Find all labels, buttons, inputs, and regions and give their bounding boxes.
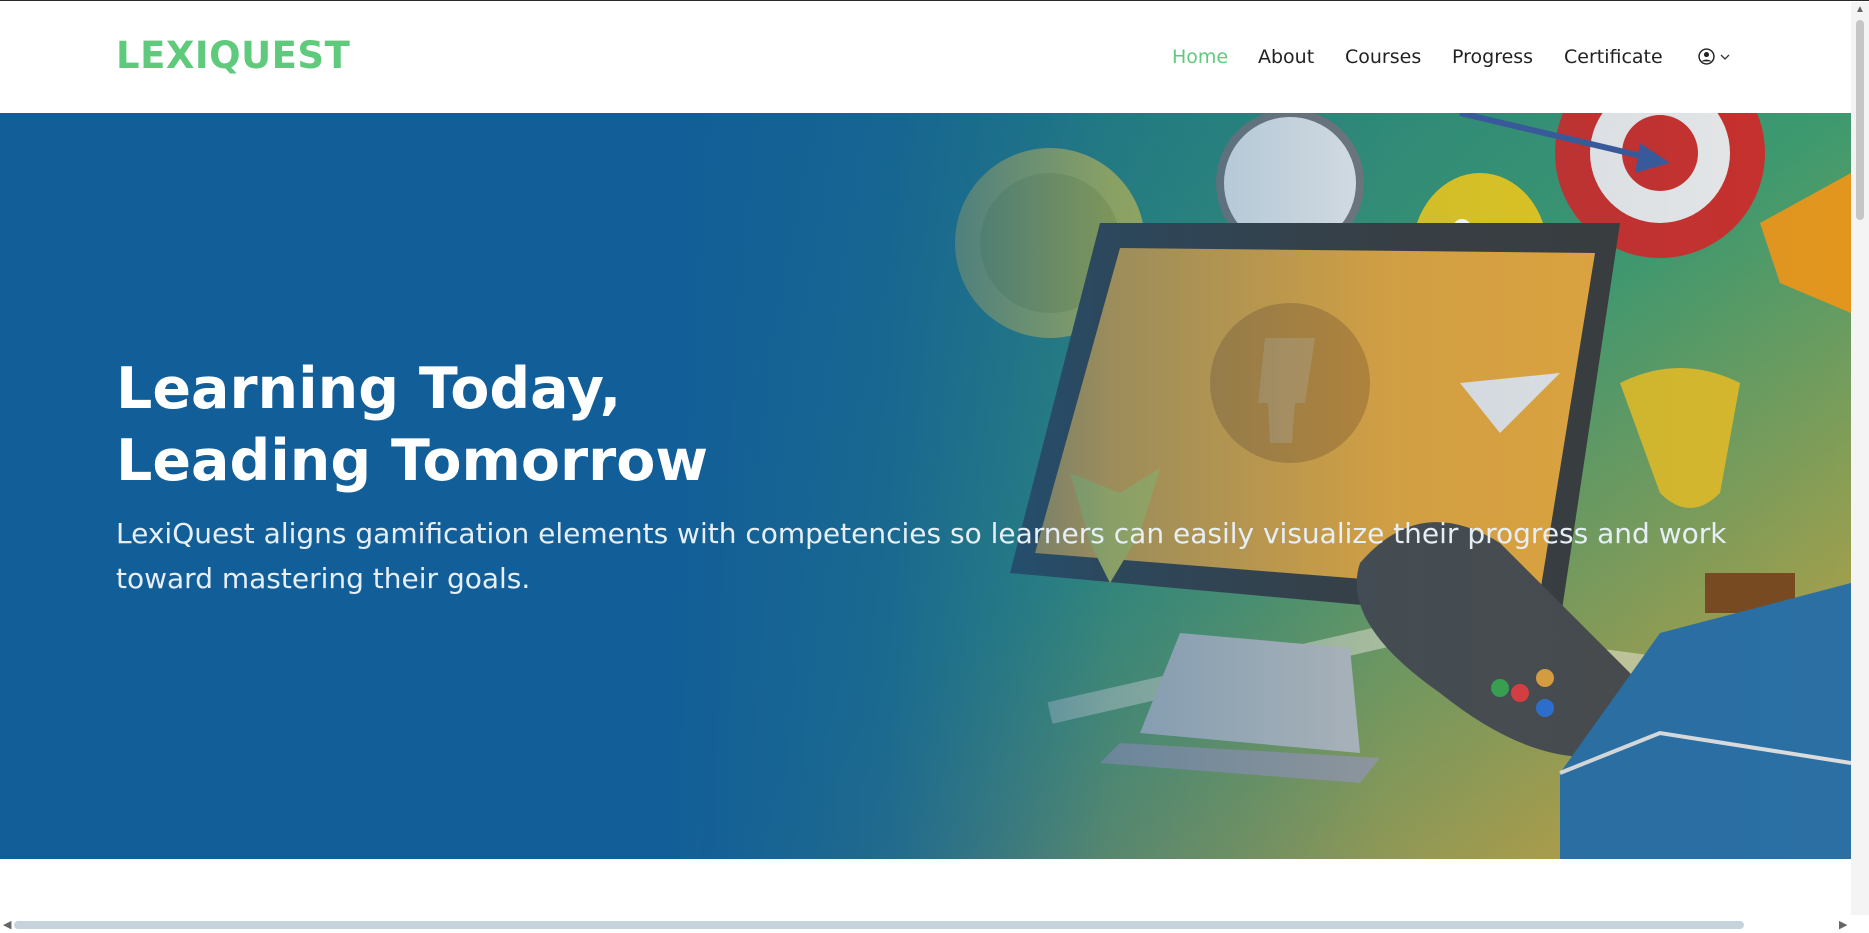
hero-section: Learning Today, Leading Tomorrow LexiQue… [0, 113, 1851, 859]
hero-subtitle: LexiQuest aligns gamification elements w… [116, 517, 1727, 595]
browser-viewport: LEXIQUEST Home About Courses Progress Ce… [0, 0, 1869, 933]
scrollbar-corner [1851, 915, 1869, 933]
horizontal-scroll-thumb[interactable] [14, 921, 1744, 929]
nav-certificate[interactable]: Certificate [1564, 46, 1663, 68]
hero-title-line-2: Leading Tomorrow [116, 428, 709, 494]
nav-courses[interactable]: Courses [1345, 46, 1421, 68]
scroll-left-icon[interactable]: ◀ [3, 918, 11, 931]
hero-title: Learning Today, Leading Tomorrow [116, 353, 1016, 497]
user-circle-icon [1698, 48, 1715, 65]
horizontal-scrollbar[interactable]: ◀ ▶ [0, 915, 1851, 933]
vertical-scroll-thumb[interactable] [1856, 20, 1864, 220]
chevron-down-icon [1720, 54, 1730, 60]
nav-about[interactable]: About [1258, 46, 1314, 68]
nav-progress[interactable]: Progress [1452, 46, 1533, 68]
vertical-scrollbar[interactable]: ▲ [1851, 2, 1869, 915]
brand-logo[interactable]: LEXIQUEST [116, 34, 350, 77]
scroll-up-icon[interactable]: ▲ [1855, 4, 1865, 15]
nav-home[interactable]: Home [1172, 46, 1228, 68]
scroll-right-icon[interactable]: ▶ [1839, 918, 1847, 931]
site-header: LEXIQUEST Home About Courses Progress Ce… [0, 2, 1851, 113]
user-menu-toggle[interactable] [1698, 48, 1731, 65]
hero-title-line-1: Learning Today, [116, 356, 622, 422]
